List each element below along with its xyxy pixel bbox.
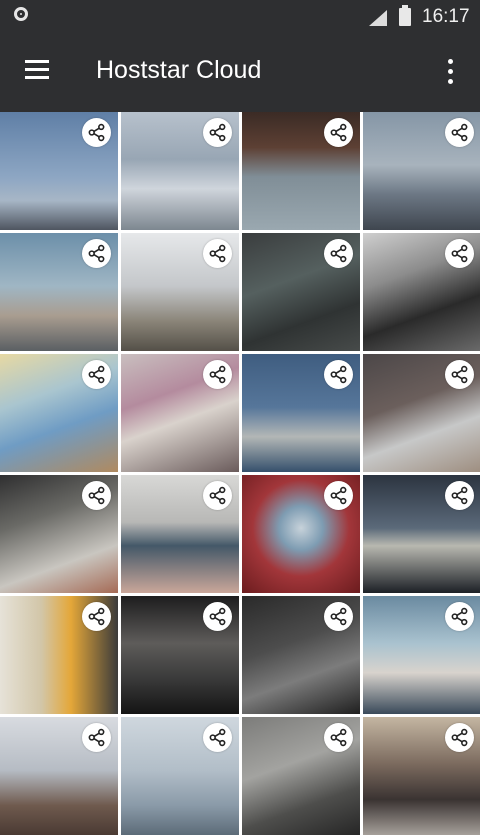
photo-red-smoke[interactable] [242,475,360,593]
photo-girl-doorway[interactable] [0,596,118,714]
app-title: Hoststar Cloud [96,56,262,84]
share-icon[interactable] [324,239,353,268]
menu-icon[interactable] [25,60,49,80]
photo-building-night[interactable] [363,475,480,593]
share-icon[interactable] [203,360,232,389]
photo-laptop-brick[interactable] [363,354,480,472]
share-icon[interactable] [445,360,474,389]
signal-icon [369,10,387,26]
more-vert-icon[interactable] [440,57,460,87]
photo-legs-fence[interactable] [121,233,239,351]
share-icon[interactable] [82,723,111,752]
status-bar: 16:17 [0,0,480,33]
share-icon[interactable] [324,723,353,752]
photo-dj-turntable[interactable] [121,596,239,714]
share-icon[interactable] [82,118,111,147]
notification-circle-icon [14,7,28,21]
photo-street-walker[interactable] [0,475,118,593]
photo-woman-city-view[interactable] [121,112,239,230]
share-icon[interactable] [324,360,353,389]
share-icon[interactable] [203,602,232,631]
battery-icon [399,5,411,26]
photo-stairs-tablet[interactable] [242,717,360,835]
share-icon[interactable] [445,481,474,510]
photo-hand-phone[interactable] [242,596,360,714]
photo-woman-skyline[interactable] [0,233,118,351]
photo-girl-reading[interactable] [0,717,118,835]
share-icon[interactable] [445,723,474,752]
photo-wood-lifebuoy[interactable] [242,354,360,472]
share-icon[interactable] [203,239,232,268]
photo-hearts-stairs[interactable] [121,354,239,472]
share-icon[interactable] [324,602,353,631]
photo-woman-sunglasses[interactable] [363,596,480,714]
photo-hands-gift[interactable] [121,475,239,593]
photo-washing-machine[interactable] [363,233,480,351]
photo-city-haze[interactable] [121,717,239,835]
share-icon[interactable] [445,239,474,268]
photo-person-sofa[interactable] [242,233,360,351]
share-icon[interactable] [203,118,232,147]
app-toolbar: Hoststar Cloud [0,33,480,112]
photo-colorful-smoke[interactable] [0,354,118,472]
share-icon[interactable] [445,602,474,631]
share-icon[interactable] [203,481,232,510]
share-icon[interactable] [82,602,111,631]
share-icon[interactable] [324,481,353,510]
share-icon[interactable] [445,118,474,147]
photo-coast-sky[interactable] [0,112,118,230]
photo-people-headphones[interactable] [363,717,480,835]
photo-man-phone-hoodie[interactable] [242,112,360,230]
share-icon[interactable] [82,360,111,389]
share-icon[interactable] [82,239,111,268]
status-time: 16:17 [422,6,470,27]
share-icon[interactable] [203,723,232,752]
share-icon[interactable] [82,481,111,510]
photo-city-window[interactable] [363,112,480,230]
share-icon[interactable] [324,118,353,147]
